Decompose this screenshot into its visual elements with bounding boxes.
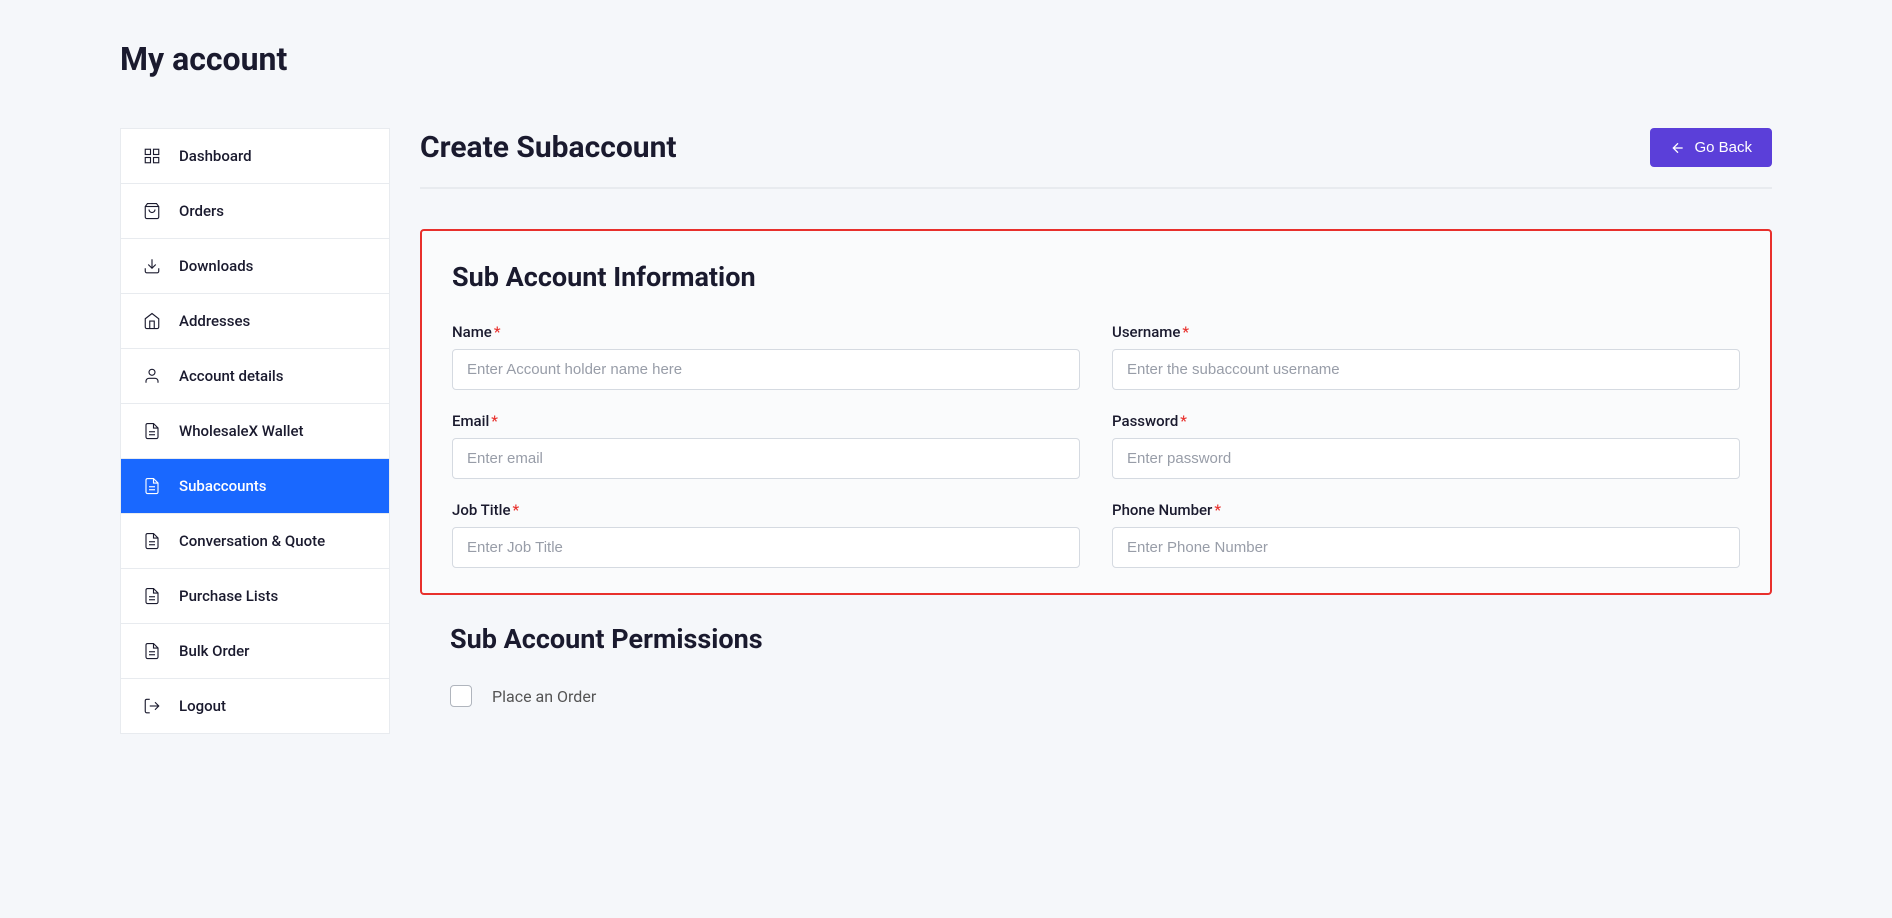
form-field-username: Username* xyxy=(1112,323,1740,390)
account-details-icon xyxy=(143,367,161,385)
name-label: Name* xyxy=(452,323,1080,341)
password-label-text: Password xyxy=(1112,412,1178,430)
name-label-text: Name xyxy=(452,323,492,341)
job-title-label-text: Job Title xyxy=(452,501,510,519)
sub-account-permissions-section: Sub Account Permissions Place an Order xyxy=(420,623,1772,707)
sidebar-item-purchase-lists[interactable]: Purchase Lists xyxy=(121,569,389,624)
password-input[interactable] xyxy=(1112,438,1740,479)
username-input[interactable] xyxy=(1112,349,1740,390)
form-field-email: Email* xyxy=(452,412,1080,479)
form-field-phone-number: Phone Number* xyxy=(1112,501,1740,568)
sidebar-item-label: Purchase Lists xyxy=(179,587,278,605)
sidebar-item-label: Dashboard xyxy=(179,147,252,165)
sub-account-info-section: Sub Account Information Name* Username* xyxy=(420,229,1772,595)
arrow-left-icon xyxy=(1670,140,1686,156)
sidebar-item-dashboard[interactable]: Dashboard xyxy=(121,129,389,184)
sidebar-item-orders[interactable]: Orders xyxy=(121,184,389,239)
sidebar-item-account-details[interactable]: Account details xyxy=(121,349,389,404)
sidebar-item-downloads[interactable]: Downloads xyxy=(121,239,389,294)
job-title-label: Job Title* xyxy=(452,501,1080,519)
required-asterisk: * xyxy=(1214,501,1221,519)
required-asterisk: * xyxy=(494,323,501,341)
username-label-text: Username xyxy=(1112,323,1180,341)
sidebar-item-addresses[interactable]: Addresses xyxy=(121,294,389,349)
email-label-text: Email xyxy=(452,412,489,430)
wallet-icon xyxy=(143,422,161,440)
logout-icon xyxy=(143,697,161,715)
permission-label: Place an Order xyxy=(492,687,596,706)
required-asterisk: * xyxy=(1180,412,1187,430)
sidebar-item-label: Orders xyxy=(179,202,224,220)
sidebar-item-bulk-order[interactable]: Bulk Order xyxy=(121,624,389,679)
email-label: Email* xyxy=(452,412,1080,430)
addresses-icon xyxy=(143,312,161,330)
main-layout: Dashboard Orders Downloads Addresses Acc… xyxy=(120,128,1772,734)
downloads-icon xyxy=(143,257,161,275)
go-back-button[interactable]: Go Back xyxy=(1650,128,1772,167)
info-section-title: Sub Account Information xyxy=(452,261,1740,293)
sidebar-item-label: WholesaleX Wallet xyxy=(179,422,304,440)
sidebar-item-label: Subaccounts xyxy=(179,477,267,495)
name-input[interactable] xyxy=(452,349,1080,390)
sidebar-item-label: Bulk Order xyxy=(179,642,249,660)
password-label: Password* xyxy=(1112,412,1740,430)
go-back-label: Go Back xyxy=(1694,139,1752,156)
subaccounts-icon xyxy=(143,477,161,495)
content-title: Create Subaccount xyxy=(420,130,677,165)
required-asterisk: * xyxy=(491,412,498,430)
page-title: My account xyxy=(120,40,1772,78)
email-input[interactable] xyxy=(452,438,1080,479)
permission-item-place-order: Place an Order xyxy=(450,685,1742,707)
sidebar-nav: Dashboard Orders Downloads Addresses Acc… xyxy=(120,128,390,734)
phone-number-label: Phone Number* xyxy=(1112,501,1740,519)
form-field-name: Name* xyxy=(452,323,1080,390)
place-order-checkbox[interactable] xyxy=(450,685,472,707)
sidebar-item-subaccounts[interactable]: Subaccounts xyxy=(121,459,389,514)
sidebar-item-label: Addresses xyxy=(179,312,250,330)
sidebar-item-label: Logout xyxy=(179,697,226,715)
required-asterisk: * xyxy=(512,501,519,519)
orders-icon xyxy=(143,202,161,220)
sidebar-item-logout[interactable]: Logout xyxy=(121,679,389,733)
phone-number-input[interactable] xyxy=(1112,527,1740,568)
phone-number-label-text: Phone Number xyxy=(1112,501,1212,519)
content-header: Create Subaccount Go Back xyxy=(420,128,1772,189)
username-label: Username* xyxy=(1112,323,1740,341)
bulk-order-icon xyxy=(143,642,161,660)
sidebar-item-label: Account details xyxy=(179,367,283,385)
job-title-input[interactable] xyxy=(452,527,1080,568)
sidebar-item-label: Downloads xyxy=(179,257,253,275)
required-asterisk: * xyxy=(1182,323,1189,341)
permissions-section-title: Sub Account Permissions xyxy=(450,623,1742,655)
main-content: Create Subaccount Go Back Sub Account In… xyxy=(420,128,1772,734)
purchase-lists-icon xyxy=(143,587,161,605)
sidebar-item-conversation-quote[interactable]: Conversation & Quote xyxy=(121,514,389,569)
form-field-job-title: Job Title* xyxy=(452,501,1080,568)
dashboard-icon xyxy=(143,147,161,165)
sidebar-item-label: Conversation & Quote xyxy=(179,532,325,550)
conversation-icon xyxy=(143,532,161,550)
sidebar-item-wholesalex-wallet[interactable]: WholesaleX Wallet xyxy=(121,404,389,459)
form-grid: Name* Username* Email* xyxy=(452,323,1740,568)
form-field-password: Password* xyxy=(1112,412,1740,479)
